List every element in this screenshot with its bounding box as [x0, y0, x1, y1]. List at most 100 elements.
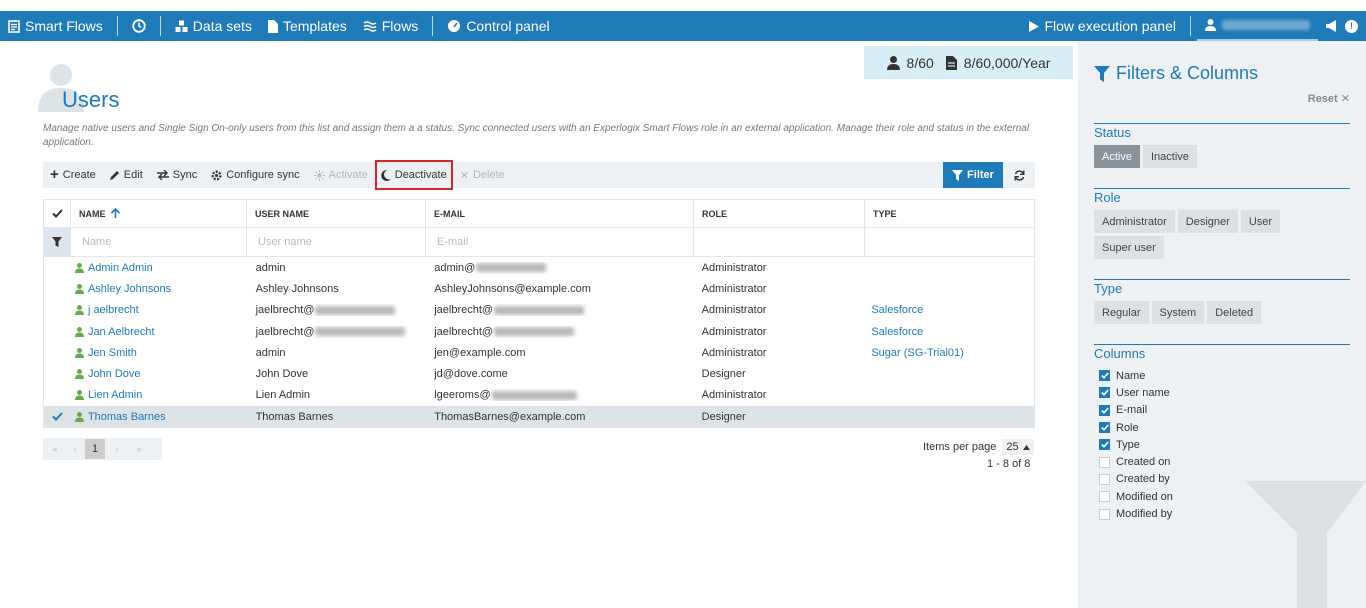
column-checkbox[interactable]	[1099, 387, 1110, 399]
history-button[interactable]	[124, 11, 154, 41]
column-checkbox[interactable]	[1099, 456, 1110, 468]
user-icon	[74, 305, 84, 316]
column-header-email[interactable]: E-MAIL	[426, 200, 694, 227]
table-row[interactable]: Admin Admin admin admin@ Administrator	[44, 257, 1034, 278]
username-cell: jaelbrecht@	[252, 304, 431, 316]
status-chip[interactable]: Inactive	[1142, 145, 1197, 168]
delete-button[interactable]: ✕ Delete	[453, 162, 512, 188]
role-chip[interactable]: User	[1240, 210, 1281, 233]
table-row[interactable]: Jen Smith admin jen@example.com Administrat…	[44, 342, 1034, 363]
type-cell[interactable]: Salesforce	[867, 326, 1034, 338]
table-row[interactable]: j aelbrecht jaelbrecht@ jaelbrecht@ Adminis…	[44, 300, 1034, 321]
status-chip[interactable]: Active	[1094, 145, 1140, 168]
table-row[interactable]: John Dove John Dove jd@dove.come Designer	[44, 363, 1034, 384]
next-page-button[interactable]: ›	[107, 444, 127, 454]
role-chip[interactable]: Administrator	[1094, 210, 1175, 233]
column-toggle[interactable]: Created on	[1094, 453, 1350, 470]
column-checkbox[interactable]	[1099, 491, 1110, 503]
sync-button[interactable]: Sync	[150, 162, 204, 188]
name-cell[interactable]: John Dove	[71, 368, 252, 380]
type-filter-input[interactable]	[865, 228, 1034, 256]
nav-control-panel[interactable]: Control panel	[439, 11, 557, 41]
user-name-link[interactable]: John Dove	[88, 368, 141, 380]
user-name-link[interactable]: j aelbrecht	[88, 304, 139, 316]
activate-button[interactable]: Activate	[307, 162, 375, 188]
column-toggle[interactable]: Type	[1094, 436, 1350, 453]
column-header-name[interactable]: NAME	[71, 200, 247, 227]
user-name-link[interactable]: Thomas Barnes	[88, 411, 166, 423]
column-header-type[interactable]: TYPE	[865, 200, 1034, 227]
name-filter-input[interactable]: Name	[71, 228, 247, 256]
user-name-link[interactable]: Admin Admin	[88, 262, 153, 274]
name-cell[interactable]: Thomas Barnes	[71, 411, 252, 423]
reset-filters-button[interactable]: Reset ✕	[1308, 92, 1350, 105]
current-page[interactable]: 1	[85, 439, 105, 459]
name-cell[interactable]: Lien Admin	[71, 389, 252, 401]
user-name-link[interactable]: Jen Smith	[88, 347, 137, 359]
username-filter-input[interactable]: User name	[247, 228, 426, 256]
role-chip[interactable]: Designer	[1177, 210, 1238, 233]
filters-title-label: Filters & Columns	[1116, 63, 1259, 83]
status-heading: Status	[1094, 125, 1131, 140]
nav-templates[interactable]: Templates	[260, 11, 355, 41]
refresh-button[interactable]	[1009, 162, 1029, 188]
flow-execution-panel-button[interactable]: Flow execution panel	[1021, 11, 1184, 41]
nav-flows[interactable]: Flows	[355, 11, 427, 41]
column-header-label: ROLE	[702, 208, 728, 219]
quota-box: 8/60 8/60,000/Year	[864, 46, 1073, 79]
create-button[interactable]: + Create	[43, 162, 103, 188]
nav-datasets[interactable]: Data sets	[167, 11, 260, 41]
row-select-cell[interactable]	[44, 412, 71, 422]
column-checkbox[interactable]	[1099, 370, 1110, 382]
table-row[interactable]: Jan Aelbrecht jaelbrecht@ jaelbrecht@ Admin…	[44, 321, 1034, 342]
role-filter-input[interactable]	[694, 228, 865, 256]
role-chip[interactable]: Super user	[1094, 236, 1164, 259]
username-cell: admin	[252, 347, 431, 359]
deactivate-button[interactable]: Deactivate	[374, 160, 453, 190]
brand-link[interactable]: Smart Flows	[0, 11, 111, 41]
type-chip[interactable]: System	[1151, 301, 1205, 324]
column-toggle[interactable]: Role	[1094, 419, 1350, 436]
column-checkbox[interactable]	[1099, 508, 1110, 520]
type-chip[interactable]: Deleted	[1207, 301, 1262, 324]
filter-button[interactable]: Filter	[943, 162, 1003, 188]
name-cell[interactable]: Jen Smith	[71, 347, 252, 359]
edit-button[interactable]: Edit	[103, 162, 150, 188]
type-text[interactable]: Salesforce	[871, 304, 923, 316]
email-filter-input[interactable]: E-mail	[426, 228, 694, 256]
type-cell[interactable]: Sugar (SG-Trial01)	[867, 347, 1034, 359]
first-page-button[interactable]: «	[43, 444, 67, 454]
type-chip[interactable]: Regular	[1094, 301, 1149, 324]
select-all-checkbox[interactable]	[44, 200, 71, 227]
name-cell[interactable]: j aelbrecht	[71, 304, 252, 316]
column-toggle[interactable]: Name	[1094, 367, 1350, 384]
user-name-link[interactable]: Ashley Johnsons	[88, 283, 171, 295]
column-toggle[interactable]: User name	[1094, 384, 1350, 401]
name-cell[interactable]: Ashley Johnsons	[71, 283, 252, 295]
type-cell[interactable]: Salesforce	[867, 304, 1034, 316]
name-cell[interactable]: Jan Aelbrecht	[71, 326, 252, 338]
table-row[interactable]: Ashley Johnsons Ashley Johnsons AshleyJohn…	[44, 278, 1034, 299]
name-cell[interactable]: Admin Admin	[71, 262, 252, 274]
type-text[interactable]: Salesforce	[871, 326, 923, 338]
table-row[interactable]: Thomas Barnes Thomas Barnes ThomasBarnes@e…	[44, 406, 1034, 428]
column-header-username[interactable]: USER NAME	[247, 200, 426, 227]
user-name-link[interactable]: Jan Aelbrecht	[88, 326, 155, 338]
items-per-page-select[interactable]: 25	[1002, 439, 1034, 455]
last-page-button[interactable]: »	[127, 444, 151, 454]
column-checkbox[interactable]	[1099, 473, 1110, 485]
column-checkbox[interactable]	[1099, 439, 1110, 451]
column-checkbox[interactable]	[1099, 404, 1110, 416]
column-toggle[interactable]: E-mail	[1094, 402, 1350, 419]
notifications-button[interactable]: !	[1318, 11, 1366, 41]
filter-row-toggle[interactable]	[44, 228, 71, 256]
configure-sync-button[interactable]: Configure sync	[204, 162, 306, 188]
column-checkbox[interactable]	[1099, 422, 1110, 434]
user-name-link[interactable]: Lien Admin	[88, 389, 142, 401]
type-text[interactable]: Sugar (SG-Trial01)	[871, 347, 964, 359]
column-header-role[interactable]: ROLE	[694, 200, 865, 227]
table-row[interactable]: Lien Admin Lien Admin lgeeroms@ Administrat…	[44, 385, 1034, 406]
user-menu[interactable]	[1197, 11, 1318, 41]
prev-page-button[interactable]: ‹	[67, 444, 83, 454]
pager: « ‹ 1 › »	[43, 438, 162, 460]
